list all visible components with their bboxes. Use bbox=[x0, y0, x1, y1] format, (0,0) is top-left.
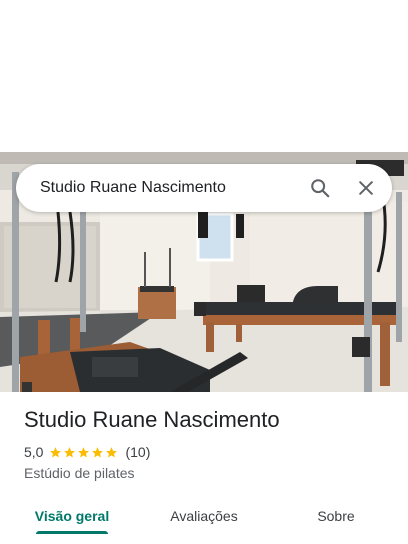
rating-row[interactable]: 5,0 (10) bbox=[24, 444, 150, 460]
star-icon bbox=[92, 446, 104, 457]
search-bar[interactable]: Studio Ruane Nascimento bbox=[16, 164, 392, 212]
star-icon bbox=[106, 446, 118, 457]
search-button[interactable] bbox=[300, 168, 340, 208]
search-input[interactable]: Studio Ruane Nascimento bbox=[40, 179, 300, 197]
place-category[interactable]: Estúdio de pilates bbox=[24, 465, 135, 481]
tab-reviews[interactable]: Avaliações bbox=[154, 494, 254, 538]
close-button[interactable] bbox=[346, 168, 386, 208]
star-icon bbox=[64, 446, 76, 457]
rating-value: 5,0 bbox=[24, 444, 44, 460]
close-icon bbox=[359, 181, 373, 195]
star-icon bbox=[50, 446, 62, 457]
review-count[interactable]: (10) bbox=[125, 444, 150, 460]
star-rating bbox=[49, 446, 119, 459]
place-title: Studio Ruane Nascimento bbox=[24, 407, 280, 432]
active-tab-indicator bbox=[36, 531, 108, 534]
tab-bar: Visão geral Avaliações Sobre bbox=[0, 494, 408, 544]
tab-about[interactable]: Sobre bbox=[286, 494, 386, 538]
search-icon bbox=[311, 179, 330, 198]
star-icon bbox=[78, 446, 90, 457]
